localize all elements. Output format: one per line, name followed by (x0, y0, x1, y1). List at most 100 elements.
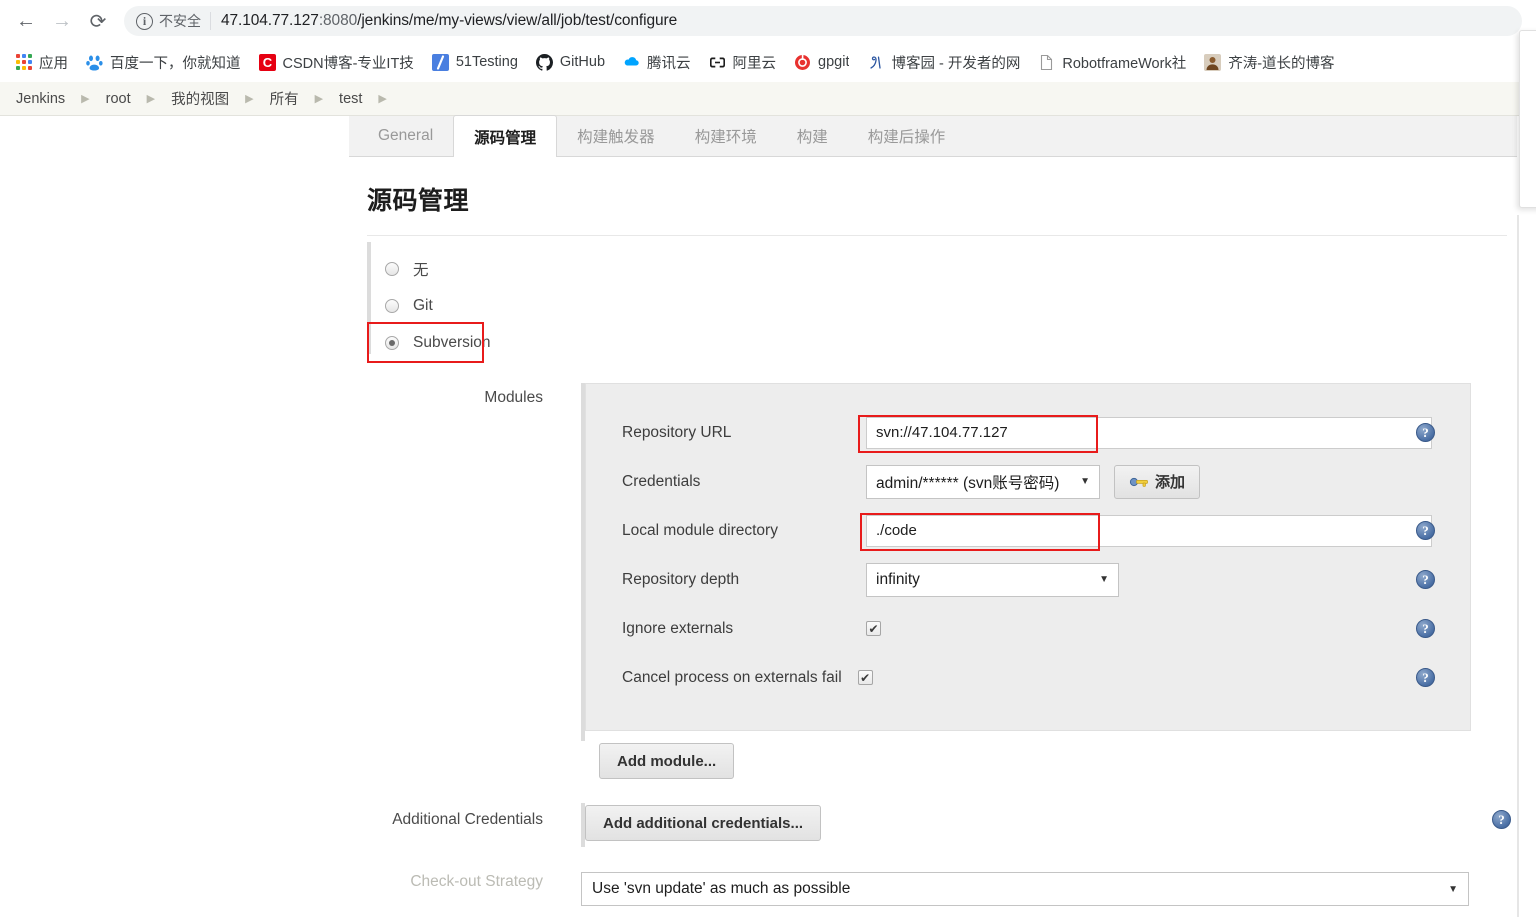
repository-url-row: Repository URL svn://47.104.77.127 ? (586, 408, 1470, 457)
browser-nav-bar: ← → ⟳ i 不安全 47.104.77.127:8080/jenkins/m… (0, 0, 1536, 42)
repository-depth-row: Repository depth infinity ▼ ? (586, 555, 1470, 604)
address-bar[interactable]: i 不安全 47.104.77.127:8080/jenkins/me/my-v… (124, 6, 1522, 36)
additional-credentials-label: Additional Credentials (367, 805, 567, 829)
breadcrumb-item-all[interactable]: 所有 (266, 88, 303, 109)
bookmark-gpgit[interactable]: gpgit (786, 48, 857, 76)
add-additional-credentials-button[interactable]: Add additional credentials... (585, 805, 821, 841)
bookmark-tencent-cloud[interactable]: 腾讯云 (615, 48, 699, 76)
bookmark-label: 应用 (39, 52, 68, 73)
help-icon[interactable]: ? (1416, 423, 1435, 442)
chevron-down-icon: ▼ (1080, 476, 1090, 487)
repository-depth-select[interactable]: infinity ▼ (866, 563, 1119, 597)
radio-icon[interactable] (385, 336, 399, 350)
help-icon[interactable]: ? (1492, 810, 1511, 829)
bookmark-label: CSDN博客-专业IT技 (283, 52, 414, 73)
help-icon[interactable]: ? (1416, 570, 1435, 589)
add-credentials-label: 添加 (1155, 471, 1185, 492)
repository-url-label: Repository URL (622, 424, 866, 442)
scm-option-label: 无 (413, 258, 429, 280)
breadcrumb-item-jenkins[interactable]: Jenkins (12, 91, 69, 107)
page-icon (1038, 54, 1055, 71)
tab-build-triggers[interactable]: 构建触发器 (557, 115, 675, 156)
tab-build-environment[interactable]: 构建环境 (675, 115, 777, 156)
checkout-strategy-label: Check-out Strategy (367, 867, 567, 891)
credentials-select[interactable]: admin/****** (svn账号密码) ▼ (866, 465, 1100, 499)
checkout-strategy-selected-value: Use 'svn update' as much as possible (592, 880, 850, 898)
bookmark-qitao-blog[interactable]: 齐涛-道长的博客 (1196, 48, 1342, 76)
url-text: 47.104.77.127:8080/jenkins/me/my-views/v… (221, 12, 677, 30)
page-title: 源码管理 (367, 181, 1517, 217)
scm-radio-group: 无 Git Subversion (367, 236, 1517, 361)
modules-rail (581, 383, 585, 741)
browser-chrome: ← → ⟳ i 不安全 47.104.77.127:8080/jenkins/m… (0, 0, 1536, 82)
key-icon (1129, 475, 1149, 488)
url-path: /jenkins/me/my-views/view/all/job/test/c… (357, 12, 677, 29)
reload-icon[interactable]: ⟳ (80, 3, 116, 39)
additional-credentials-row: Additional Credentials Add additional cr… (367, 805, 1517, 841)
breadcrumb-separator-icon: ▶ (147, 92, 155, 105)
tencent-cloud-icon (623, 54, 640, 71)
radio-icon[interactable] (385, 299, 399, 313)
breadcrumb-item-my-views[interactable]: 我的视图 (167, 88, 233, 109)
credentials-label: Credentials (622, 473, 866, 491)
baidu-icon (86, 54, 103, 71)
modules-row-label: Modules (367, 383, 567, 407)
scm-form: 源码管理 无 Git Subversion (349, 157, 1517, 917)
back-arrow-icon[interactable]: ← (8, 3, 44, 39)
bookmark-label: 51Testing (456, 54, 518, 70)
info-icon[interactable]: i (136, 13, 153, 30)
add-module-row: Add module... (599, 743, 1517, 779)
apps-grid-icon (16, 54, 32, 70)
checkout-strategy-select[interactable]: Use 'svn update' as much as possible ▼ (581, 872, 1469, 906)
breadcrumb-separator-icon: ▶ (81, 92, 89, 105)
bookmark-aliyun[interactable]: 阿里云 (701, 48, 785, 76)
right-edge-divider (1517, 215, 1519, 917)
ignore-externals-checkbox[interactable]: ✔ (866, 621, 881, 636)
local-module-directory-input[interactable]: ./code (866, 515, 1432, 547)
scm-option-subversion[interactable]: Subversion (385, 324, 1517, 361)
radio-icon[interactable] (385, 262, 399, 276)
bookmark-apps[interactable]: 应用 (8, 48, 76, 76)
breadcrumb-separator-icon: ▶ (245, 92, 253, 105)
gpgit-icon (794, 54, 811, 71)
module-panel: Repository URL svn://47.104.77.127 ? Cre… (585, 383, 1471, 731)
repository-url-input[interactable]: svn://47.104.77.127 (866, 417, 1432, 449)
cnblogs-icon (867, 54, 884, 71)
forward-arrow-icon[interactable]: → (44, 3, 80, 39)
tab-post-build-actions[interactable]: 构建后操作 (848, 115, 966, 156)
bookmark-baidu[interactable]: 百度一下，你就知道 (78, 48, 249, 76)
scm-option-none[interactable]: 无 (385, 250, 1517, 287)
repository-depth-selected-value: infinity (876, 571, 920, 589)
add-module-button[interactable]: Add module... (599, 743, 734, 779)
credentials-row: Credentials admin/****** (svn账号密码) ▼ 添 (586, 457, 1470, 506)
right-side-overlay-panel[interactable] (1519, 30, 1536, 208)
aliyun-icon (709, 54, 726, 71)
bookmark-label: 腾讯云 (647, 52, 691, 73)
add-credentials-button[interactable]: 添加 (1114, 465, 1200, 499)
help-icon[interactable]: ? (1416, 668, 1435, 687)
scm-option-git[interactable]: Git (385, 287, 1517, 324)
help-icon[interactable]: ? (1416, 521, 1435, 540)
tab-build[interactable]: 构建 (777, 115, 848, 156)
bookmark-51testing[interactable]: 51Testing (424, 48, 526, 76)
cancel-process-label: Cancel process on externals fail (622, 669, 842, 687)
tab-general[interactable]: General (358, 115, 453, 156)
cancel-process-checkbox[interactable]: ✔ (858, 670, 873, 685)
credentials-selected-value: admin/****** (svn账号密码) (876, 471, 1059, 493)
svg-text:C: C (262, 55, 272, 70)
bookmark-label: gpgit (818, 54, 849, 70)
ignore-externals-label: Ignore externals (622, 620, 866, 638)
breadcrumb-item-root[interactable]: root (102, 91, 135, 107)
bookmark-cnblogs[interactable]: 博客园 - 开发者的网 (859, 48, 1028, 76)
tab-source-code-management[interactable]: 源码管理 (453, 115, 557, 157)
url-port: :8080 (319, 12, 357, 29)
chevron-down-icon: ▼ (1448, 884, 1458, 895)
csdn-icon: C (259, 54, 276, 71)
bookmark-github[interactable]: GitHub (528, 48, 613, 76)
breadcrumb-item-test[interactable]: test (335, 91, 366, 107)
repository-depth-label: Repository depth (622, 571, 866, 589)
help-icon[interactable]: ? (1416, 619, 1435, 638)
scm-option-label: Subversion (413, 334, 491, 352)
bookmark-csdn[interactable]: C CSDN博客-专业IT技 (251, 48, 422, 76)
bookmark-robotframework[interactable]: RobotframeWork社 (1030, 48, 1194, 76)
